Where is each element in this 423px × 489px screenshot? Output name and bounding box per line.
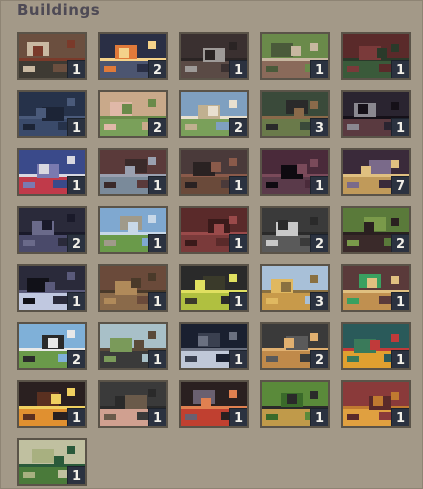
building-count-badge: 2 bbox=[67, 234, 85, 252]
building-count-badge: 1 bbox=[229, 350, 247, 368]
building-tile[interactable]: 1 bbox=[17, 32, 87, 80]
building-tile[interactable]: 1 bbox=[98, 264, 168, 312]
building-tile[interactable]: 1 bbox=[98, 380, 168, 428]
building-count-badge: 1 bbox=[148, 176, 166, 194]
building-count-badge: 1 bbox=[148, 350, 166, 368]
building-count-badge: 1 bbox=[148, 408, 166, 426]
building-count-badge: 3 bbox=[310, 292, 328, 310]
building-count-badge: 1 bbox=[391, 408, 409, 426]
building-count-badge: 1 bbox=[391, 292, 409, 310]
panel-title: Buildings bbox=[17, 1, 101, 19]
building-count-badge: 1 bbox=[391, 350, 409, 368]
building-tile[interactable]: 1 bbox=[341, 380, 411, 428]
buildings-grid: 1 2 1 1 1 1 2 2 3 1 1 1 1 1 7 2 1 1 2 2 1 1 1 3 1 2 1 1 2 1 1 1 1 1 1 1 bbox=[17, 32, 417, 486]
building-tile[interactable]: 1 bbox=[98, 148, 168, 196]
building-tile[interactable]: 1 bbox=[341, 32, 411, 80]
building-count-badge: 1 bbox=[67, 118, 85, 136]
building-tile[interactable]: 1 bbox=[17, 264, 87, 312]
building-tile[interactable]: 3 bbox=[260, 90, 330, 138]
building-count-badge: 1 bbox=[229, 292, 247, 310]
buildings-panel: Buildings 121111223111117211221113121121… bbox=[0, 0, 423, 489]
building-tile[interactable]: 1 bbox=[179, 148, 249, 196]
building-count-badge: 2 bbox=[148, 118, 166, 136]
building-tile[interactable]: 1 bbox=[179, 206, 249, 254]
building-count-badge: 1 bbox=[67, 408, 85, 426]
building-tile[interactable]: 1 bbox=[98, 322, 168, 370]
building-count-badge: 1 bbox=[67, 292, 85, 310]
building-count-badge: 2 bbox=[67, 350, 85, 368]
building-count-badge: 3 bbox=[310, 118, 328, 136]
building-count-badge: 2 bbox=[148, 60, 166, 78]
building-tile[interactable]: 1 bbox=[179, 264, 249, 312]
building-tile[interactable]: 2 bbox=[98, 90, 168, 138]
building-tile[interactable]: 2 bbox=[260, 206, 330, 254]
building-count-badge: 2 bbox=[391, 234, 409, 252]
building-count-badge: 1 bbox=[391, 60, 409, 78]
building-count-badge: 7 bbox=[391, 176, 409, 194]
building-tile[interactable]: 1 bbox=[17, 148, 87, 196]
building-count-badge: 1 bbox=[67, 176, 85, 194]
building-count-badge: 1 bbox=[310, 60, 328, 78]
building-tile[interactable]: 2 bbox=[98, 32, 168, 80]
building-tile[interactable]: 1 bbox=[341, 322, 411, 370]
building-count-badge: 1 bbox=[229, 176, 247, 194]
building-tile[interactable]: 1 bbox=[260, 148, 330, 196]
building-count-badge: 2 bbox=[310, 350, 328, 368]
building-count-badge: 2 bbox=[310, 234, 328, 252]
building-count-badge: 1 bbox=[310, 176, 328, 194]
building-count-badge: 1 bbox=[229, 408, 247, 426]
building-count-badge: 1 bbox=[229, 234, 247, 252]
building-count-badge: 1 bbox=[67, 60, 85, 78]
building-tile[interactable]: 1 bbox=[17, 380, 87, 428]
building-tile[interactable]: 1 bbox=[341, 264, 411, 312]
building-count-badge: 1 bbox=[229, 60, 247, 78]
building-tile[interactable]: 1 bbox=[98, 206, 168, 254]
building-tile[interactable]: 2 bbox=[341, 206, 411, 254]
building-count-badge: 1 bbox=[148, 292, 166, 310]
building-count-badge: 1 bbox=[148, 234, 166, 252]
building-tile[interactable]: 1 bbox=[341, 90, 411, 138]
building-tile[interactable]: 2 bbox=[17, 206, 87, 254]
building-tile[interactable]: 1 bbox=[17, 438, 87, 486]
building-count-badge: 1 bbox=[310, 408, 328, 426]
building-tile[interactable]: 1 bbox=[17, 90, 87, 138]
building-count-badge: 1 bbox=[391, 118, 409, 136]
building-tile[interactable]: 3 bbox=[260, 264, 330, 312]
building-tile[interactable]: 7 bbox=[341, 148, 411, 196]
building-count-badge: 1 bbox=[67, 466, 85, 484]
building-tile[interactable]: 1 bbox=[260, 380, 330, 428]
building-count-badge: 2 bbox=[229, 118, 247, 136]
building-tile[interactable]: 2 bbox=[17, 322, 87, 370]
building-tile[interactable]: 1 bbox=[179, 322, 249, 370]
building-tile[interactable]: 1 bbox=[179, 380, 249, 428]
building-tile[interactable]: 1 bbox=[260, 32, 330, 80]
building-tile[interactable]: 1 bbox=[179, 32, 249, 80]
building-tile[interactable]: 2 bbox=[179, 90, 249, 138]
building-tile[interactable]: 2 bbox=[260, 322, 330, 370]
